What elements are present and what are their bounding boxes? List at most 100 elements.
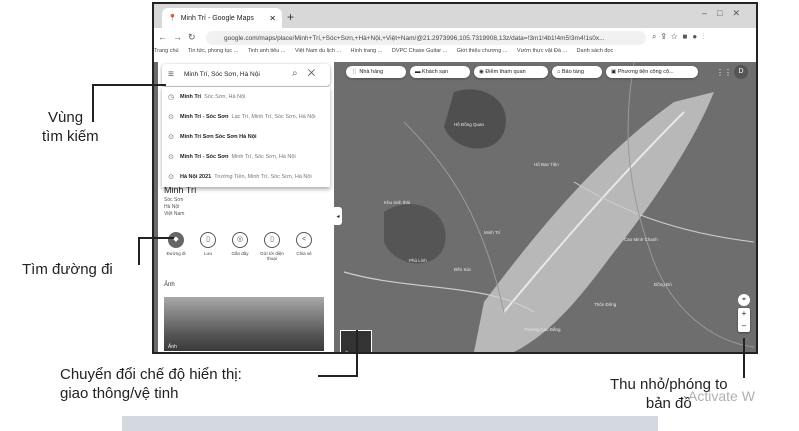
profile-icon[interactable]: ● bbox=[692, 32, 702, 41]
forward-icon[interactable]: → bbox=[173, 32, 188, 42]
suggestion-item[interactable]: ◷ Minh Trí Sóc Sơn, Hà Nội bbox=[162, 87, 330, 107]
url-text: google.com/maps/place/Minh+Trí,+Sóc+Sơn,… bbox=[224, 34, 605, 42]
share-button[interactable]: < Chia sẻ bbox=[290, 232, 318, 256]
nearby-button[interactable]: ◎ Gần đây bbox=[226, 232, 254, 256]
location-pin-icon: ⊙ bbox=[168, 174, 174, 181]
photo-caption: Ảnh bbox=[168, 344, 177, 350]
suggestion-item[interactable]: ⊙ Minh Trí Sơn Sóc Sơn Hà Nội bbox=[162, 127, 330, 147]
bookmark-item[interactable]: Việt Nam du lịch ... bbox=[295, 48, 341, 54]
bookmark-item[interactable]: Giới thiệu chương ... bbox=[457, 48, 508, 54]
location-pin-icon: ⊙ bbox=[168, 114, 174, 121]
watermark: Activate W bbox=[688, 388, 755, 404]
suggestion-item[interactable]: ⊙ Minh Trí - Sóc Sơn Lạc Trí, Minh Trí, S… bbox=[162, 107, 330, 127]
bottom-bar bbox=[122, 416, 658, 431]
chip-hotels[interactable]: ▬ Khách sạn bbox=[410, 66, 470, 78]
chip-attractions[interactable]: ◉ Điểm tham quan bbox=[474, 66, 548, 78]
photos-heading: Ảnh bbox=[164, 282, 175, 288]
back-icon[interactable]: ← bbox=[158, 32, 173, 42]
search-icon[interactable]: ⌕ bbox=[292, 68, 308, 79]
browser-tab[interactable]: 📍 Minh Trí - Google Maps ✕ bbox=[162, 8, 282, 28]
map-label: Minh Trí bbox=[484, 230, 501, 235]
maps-pin-icon: 📍 bbox=[168, 15, 177, 22]
chip-museums[interactable]: ⌂ Bảo tàng bbox=[552, 66, 602, 78]
close-tab-icon[interactable]: ✕ bbox=[269, 14, 276, 23]
leader-line bbox=[92, 84, 166, 86]
leader-line bbox=[138, 237, 174, 239]
bookmark-item[interactable]: Hình trang ... bbox=[351, 48, 383, 54]
leader-line bbox=[743, 338, 745, 378]
share-icon: < bbox=[296, 232, 312, 248]
map-label: Trường Cao Đẳng bbox=[524, 327, 561, 332]
search-suggestions: ◷ Minh Trí Sóc Sơn, Hà Nội ⊙ Minh Trí - S… bbox=[162, 87, 330, 187]
window-controls[interactable]: –□✕ bbox=[702, 8, 750, 19]
place-info-line: Việt Nam bbox=[164, 211, 185, 217]
location-pin-icon: ⊙ bbox=[168, 134, 174, 141]
location-pin-icon: ⊙ bbox=[168, 154, 174, 161]
address-bar-row: ←→↻ google.com/maps/place/Minh+Trí,+Sóc+… bbox=[154, 28, 756, 49]
nearby-icon: ◎ bbox=[232, 232, 248, 248]
phone-icon: ▯ bbox=[264, 232, 280, 248]
url-input[interactable]: google.com/maps/place/Minh+Trí,+Sóc+Sơn,… bbox=[206, 31, 646, 45]
menu-icon[interactable]: ⋮ bbox=[702, 32, 709, 41]
save-button[interactable]: ▯ Lưu bbox=[194, 232, 222, 256]
browser-window: 📍 Minh Trí - Google Maps ✕ + –□✕ ←→↻ goo… bbox=[152, 2, 758, 354]
bus-icon: ▣ bbox=[611, 69, 618, 75]
bookmark-item[interactable]: Tin tức, phong tục ... bbox=[188, 48, 238, 54]
suggestion-item[interactable]: ⊙ Minh Trí - Sóc Sơn Minh Trí, Sóc Sơn, H… bbox=[162, 147, 330, 167]
send-to-phone-button[interactable]: ▯ Gửi tới điện thoại bbox=[258, 232, 286, 261]
chip-restaurants[interactable]: 🍴 Nhà hàng bbox=[346, 66, 406, 78]
suggestion-item[interactable]: ⊙ Hà Nội 2021 Trường Tiền, Minh Trí, Sóc … bbox=[162, 167, 330, 187]
star-icon[interactable]: ☆ bbox=[671, 32, 683, 41]
place-photo[interactable] bbox=[164, 297, 324, 351]
search-box: ≡ Minh Trí, Sóc Sơn, Hà Nội ⌕✕ bbox=[162, 64, 330, 86]
leader-line bbox=[356, 330, 358, 377]
bookmarks-bar: Trang chủ Tin tức, phong tục ... Tinh an… bbox=[154, 48, 756, 63]
map-label: Khu sinh thái bbox=[384, 200, 411, 205]
zoom-control: + – bbox=[738, 308, 750, 332]
bookmark-item[interactable]: DVPC Chase Guitar ... bbox=[392, 48, 447, 54]
nav-buttons[interactable]: ←→↻ bbox=[158, 32, 202, 43]
bookmark-item[interactable]: Tinh anh tiêu ... bbox=[248, 48, 286, 54]
leader-line bbox=[318, 375, 358, 377]
annotation-search-area: Vùng tìm kiếm bbox=[42, 109, 99, 145]
bookmark-item[interactable]: Danh sách đọc bbox=[577, 48, 614, 54]
leader-line bbox=[92, 84, 94, 122]
clear-search-icon[interactable]: ✕ bbox=[308, 68, 326, 79]
bookmark-item[interactable]: Vườn thực vật Đà ... bbox=[517, 48, 567, 54]
hamburger-menu-icon[interactable]: ≡ bbox=[168, 69, 174, 80]
leader-line bbox=[138, 237, 140, 265]
directions-icon: ◆ bbox=[168, 232, 184, 248]
search-input[interactable]: Minh Trí, Sóc Sơn, Hà Nội bbox=[184, 71, 260, 78]
chip-transit[interactable]: ▣ Phương tiện công cộ... bbox=[606, 66, 698, 78]
map-label: Phù Linh bbox=[409, 258, 427, 263]
annotation-directions: Tìm đường đi bbox=[22, 261, 113, 278]
collapse-panel-button[interactable]: ◂ bbox=[334, 207, 342, 225]
search-actions[interactable]: ⌕✕ bbox=[292, 68, 325, 79]
place-info-line: Sóc Sơn bbox=[164, 197, 184, 203]
directions-button[interactable]: ◆ Đường đi bbox=[162, 232, 190, 256]
history-icon: ◷ bbox=[167, 94, 175, 101]
extensions-icon[interactable]: ■ bbox=[683, 32, 693, 41]
tab-title: Minh Trí - Google Maps bbox=[180, 14, 254, 22]
map-label: Đồng Đò bbox=[654, 282, 672, 287]
annotation-layer-switch: Chuyển đổi chế độ hiển thị: giao thông/v… bbox=[60, 366, 242, 402]
fork-icon: 🍴 bbox=[351, 69, 360, 75]
map-canvas[interactable]: Minh Trí Hồ Đồng Quan Khu sinh thái Phù … bbox=[154, 62, 756, 352]
map-label: Cao Minh Chanh bbox=[624, 237, 658, 242]
bookmark-icon: ▯ bbox=[200, 232, 216, 248]
toolbar-icons[interactable]: ⌕⇪☆■●⋮ bbox=[652, 32, 709, 42]
avatar[interactable]: D bbox=[734, 65, 748, 79]
my-location-button[interactable]: ⌖ bbox=[738, 294, 750, 306]
share-icon[interactable]: ⇪ bbox=[661, 32, 671, 41]
bookmark-item[interactable]: Trang chủ bbox=[154, 48, 179, 54]
layers-icon: ◈ bbox=[344, 349, 349, 352]
zoom-in-button[interactable]: + bbox=[738, 308, 750, 320]
map-label: Hồ Ban Tiện bbox=[534, 162, 559, 167]
place-info: Sóc Sơn Hà Nội Việt Nam bbox=[164, 197, 184, 218]
reload-icon[interactable]: ↻ bbox=[188, 32, 202, 42]
map-label: Thôn Đông bbox=[594, 302, 617, 307]
new-tab-button[interactable]: + bbox=[287, 10, 294, 24]
side-panel: Minh Trí Sóc Sơn Hà Nội Việt Nam ◆ Đường… bbox=[158, 62, 334, 352]
zoom-out-button[interactable]: – bbox=[738, 320, 750, 332]
browser-titlebar: 📍 Minh Trí - Google Maps ✕ + –□✕ bbox=[154, 4, 756, 28]
